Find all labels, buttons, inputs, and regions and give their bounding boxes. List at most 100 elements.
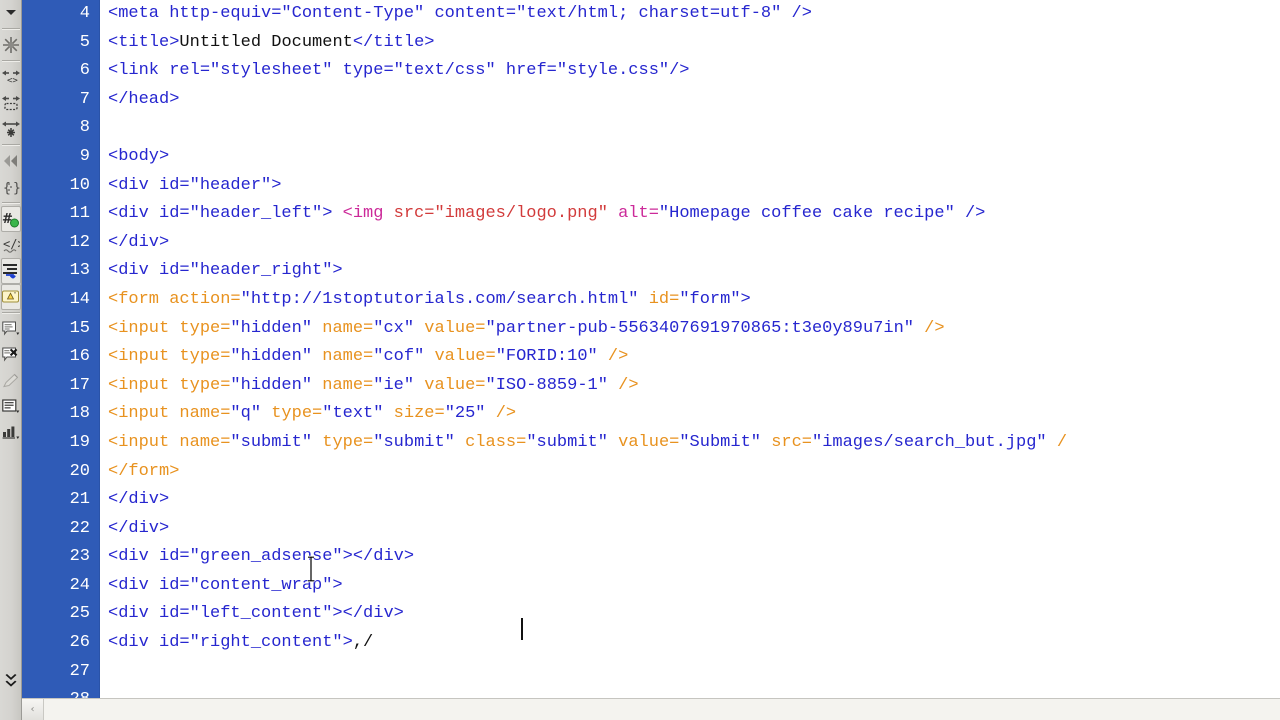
code-line[interactable] xyxy=(108,658,1280,687)
code-token: "submit" xyxy=(526,432,619,452)
code-token: <div id="content_wrap"> xyxy=(108,575,343,595)
code-token: src= xyxy=(771,432,812,452)
code-line[interactable]: </div> xyxy=(108,486,1280,515)
line-number[interactable]: 11 xyxy=(22,200,90,229)
line-number[interactable]: 15 xyxy=(22,315,90,344)
code-line[interactable]: <div id="content_wrap"> xyxy=(108,572,1280,601)
apply-comment-icon[interactable]: " xyxy=(0,284,21,310)
code-line[interactable]: <input name="submit" type="submit" class… xyxy=(108,429,1280,458)
line-number[interactable]: 22 xyxy=(22,515,90,544)
line-number[interactable]: 9 xyxy=(22,143,90,172)
line-number[interactable]: 14 xyxy=(22,286,90,315)
syntax-error-alerts-icon[interactable] xyxy=(1,394,21,420)
line-number[interactable]: 20 xyxy=(22,458,90,487)
line-number[interactable]: 24 xyxy=(22,572,90,601)
code-token: <div id="left_content"></div> xyxy=(108,604,404,624)
line-number[interactable]: 26 xyxy=(22,629,90,658)
code-editor-window: <> {# </ " 4 5 6 7 8 9 10 11 12 13 14 1… xyxy=(0,0,1280,720)
pencil-highlight-icon[interactable] xyxy=(1,368,21,394)
line-number[interactable]: 4 xyxy=(22,0,90,29)
code-line[interactable] xyxy=(108,114,1280,143)
line-number[interactable]: 8 xyxy=(22,114,90,143)
collapse-full-tag-icon[interactable] xyxy=(1,32,21,58)
code-token: <div id="right_content"> xyxy=(108,633,353,653)
code-line[interactable]: <input type="hidden" name="cof" value="F… xyxy=(108,343,1280,372)
more-tools-icon[interactable] xyxy=(1,668,21,694)
scroll-left-button[interactable]: ‹ xyxy=(22,699,44,720)
code-token: <input type= xyxy=(108,375,231,395)
svg-text:</>: </> xyxy=(3,237,20,251)
code-line[interactable]: <div id="green_adsense"></div> xyxy=(108,543,1280,572)
code-line[interactable]: <title>Untitled Document</title> xyxy=(108,29,1280,58)
line-number[interactable]: 10 xyxy=(22,172,90,201)
line-number[interactable]: 7 xyxy=(22,86,90,115)
line-number[interactable]: 21 xyxy=(22,486,90,515)
code-token: "q" xyxy=(230,404,272,424)
code-line[interactable]: <body> xyxy=(108,143,1280,172)
code-token: /> xyxy=(607,347,629,367)
code-line[interactable]: <div id="header"> xyxy=(108,172,1280,201)
code-token: </head> xyxy=(108,89,180,109)
line-number[interactable]: 18 xyxy=(22,400,90,429)
code-line[interactable]: <div id="right_content">,/ xyxy=(108,629,1280,658)
code-lines[interactable]: <meta http-equiv="Content-Type" content=… xyxy=(100,0,1280,715)
code-line[interactable]: </form> xyxy=(108,458,1280,487)
toolbar-separator xyxy=(1,144,20,146)
line-number-gutter[interactable]: 4 5 6 7 8 9 10 11 12 13 14 15 16 17 18 19 20 21 22 23 24 25 26… xyxy=(22,0,100,720)
code-token: "form"> xyxy=(679,289,751,309)
indent-code-icon[interactable] xyxy=(0,258,21,284)
code-line[interactable]: <div id="header_right"> xyxy=(108,257,1280,286)
line-number[interactable]: 6 xyxy=(22,57,90,86)
balance-braces-icon[interactable] xyxy=(1,148,21,174)
collapse-selection-icon[interactable]: <> xyxy=(1,64,21,90)
code-token: value= xyxy=(618,432,680,452)
dotted-braces-glyph: { } xyxy=(3,181,20,195)
code-token: <div id="header_right"> xyxy=(108,261,343,281)
code-line[interactable]: </head> xyxy=(108,86,1280,115)
horizontal-scroll-track[interactable] xyxy=(44,699,1280,720)
code-line[interactable]: <form action="http://1stoptutorials.com/… xyxy=(108,286,1280,315)
code-line[interactable]: <div id="left_content"></div> xyxy=(108,600,1280,629)
code-line[interactable]: </div> xyxy=(108,229,1280,258)
format-source-code-icon[interactable] xyxy=(1,420,21,446)
code-line[interactable]: <link rel="stylesheet" type="text/css" h… xyxy=(108,57,1280,86)
highlight-invalid-code-icon[interactable] xyxy=(1,342,21,368)
line-number[interactable]: 19 xyxy=(22,429,90,458)
line-number[interactable]: 13 xyxy=(22,257,90,286)
svg-text:<>: <> xyxy=(7,76,18,85)
select-parent-tag-icon[interactable] xyxy=(1,116,21,142)
code-token: "partner-pub-5563407691970865:t3e0y89u7i… xyxy=(485,318,925,338)
code-token: /> xyxy=(924,318,945,338)
line-number[interactable]: 27 xyxy=(22,658,90,687)
expand-all-icon[interactable] xyxy=(1,90,21,116)
code-token: <title> xyxy=(108,32,180,52)
code-line[interactable]: <input type="hidden" name="ie" value="IS… xyxy=(108,372,1280,401)
line-number[interactable]: 5 xyxy=(22,29,90,58)
line-number[interactable]: 25 xyxy=(22,600,90,629)
line-number[interactable]: 12 xyxy=(22,229,90,258)
code-token: "cof" xyxy=(373,347,435,367)
code-line[interactable]: </div> xyxy=(108,515,1280,544)
line-number[interactable]: 23 xyxy=(22,543,90,572)
wrap-tag-icon[interactable]: { } xyxy=(1,174,21,200)
remove-comment-icon[interactable] xyxy=(1,316,21,342)
code-line[interactable]: <div id="header_left"> <img src="images/… xyxy=(108,200,1280,229)
coding-toolbar: <> {# </ " xyxy=(0,0,22,720)
code-token: value= xyxy=(434,347,496,367)
code-token: /> xyxy=(495,404,517,424)
horizontal-scrollbar[interactable]: ‹ xyxy=(22,698,1280,720)
code-editor-surface[interactable]: <meta http-equiv="Content-Type" content=… xyxy=(100,0,1280,720)
code-token: size= xyxy=(393,404,445,424)
code-token: </title> xyxy=(352,32,435,52)
move-or-convert-css-icon[interactable]: </> xyxy=(1,232,21,258)
code-line[interactable]: <input name="q" type="text" size="25" /> xyxy=(108,400,1280,429)
line-number[interactable]: 16 xyxy=(22,343,90,372)
recent-snippets-icon[interactable]: # xyxy=(0,206,21,232)
chevron-down-icon[interactable] xyxy=(1,0,21,26)
code-token: type= xyxy=(271,404,323,424)
line-number[interactable]: 17 xyxy=(22,372,90,401)
code-token: <img xyxy=(342,204,394,224)
comment-balloon-warning-glyph: " xyxy=(2,290,19,302)
code-line[interactable]: <input type="hidden" name="cx" value="pa… xyxy=(108,315,1280,344)
code-line[interactable]: <meta http-equiv="Content-Type" content=… xyxy=(108,0,1280,29)
